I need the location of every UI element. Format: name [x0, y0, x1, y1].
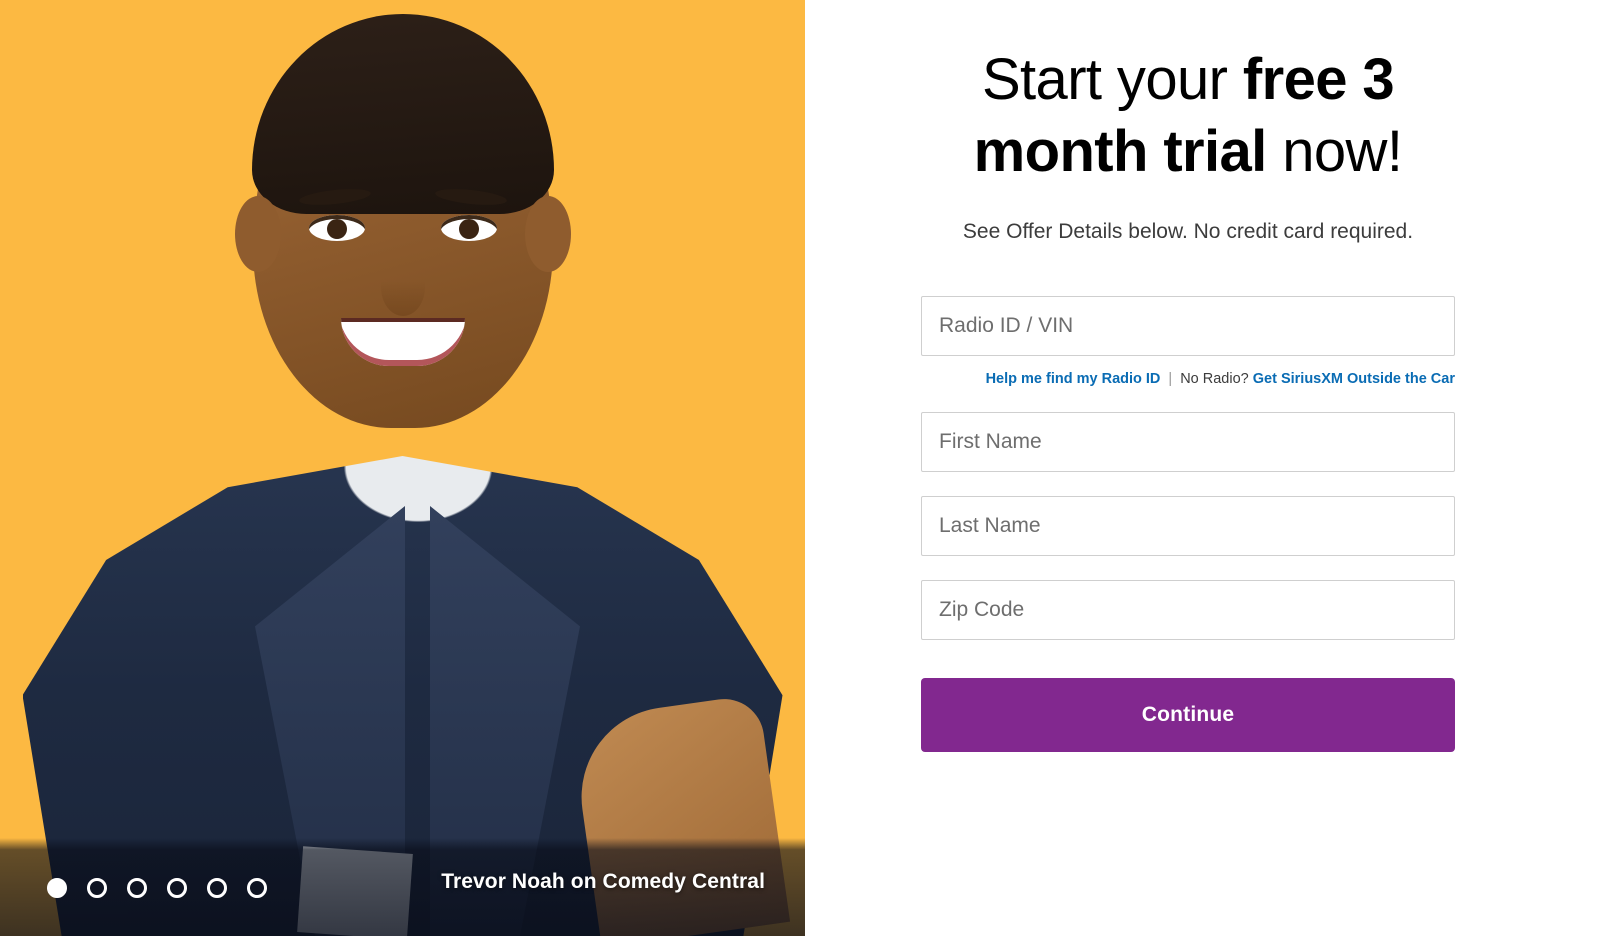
nose-shape — [380, 258, 425, 316]
continue-button[interactable]: Continue — [921, 678, 1455, 752]
signup-form-pane: Start your free 3 month trial now! See Of… — [805, 0, 1600, 936]
headline-part-bold-2: month trial — [973, 119, 1283, 184]
no-radio-text: No Radio? — [1180, 371, 1249, 387]
radio-id-helper-row: Help me find my Radio ID | No Radio? Get S… — [921, 370, 1455, 388]
carousel-dot-3[interactable] — [127, 878, 147, 898]
offer-subtitle: See Offer Details below. No credit card … — [962, 220, 1414, 243]
carousel-dot-4[interactable] — [167, 878, 187, 898]
carousel-dot-5[interactable] — [207, 878, 227, 898]
help-find-radio-id-link[interactable]: Help me find my Radio ID — [986, 371, 1161, 387]
helper-separator: | — [1168, 371, 1173, 387]
carousel-dot-6[interactable] — [247, 878, 267, 898]
shirt-cuff-shape — [297, 846, 413, 936]
hero-carousel: Trevor Noah on Comedy Central — [0, 0, 805, 936]
headline-part-light-1: Start your — [981, 47, 1243, 112]
hero-image — [0, 0, 805, 936]
hero-caption: Trevor Noah on Comedy Central — [441, 870, 765, 893]
zip-code-input[interactable] — [921, 580, 1455, 640]
first-name-input[interactable] — [921, 412, 1455, 472]
carousel-dot-2[interactable] — [87, 878, 107, 898]
pupil-right-shape — [458, 219, 479, 239]
carousel-dot-1[interactable] — [47, 878, 67, 898]
last-name-input[interactable] — [921, 496, 1455, 556]
headline-part-bold-1: free 3 — [1242, 47, 1395, 112]
headline-part-light-2: now! — [1282, 119, 1403, 184]
ear-left-shape — [234, 196, 281, 272]
get-siriusxm-outside-car-link[interactable]: Get SiriusXM Outside the Car — [1253, 371, 1455, 387]
signup-page: Trevor Noah on Comedy Central Start your… — [0, 0, 1600, 936]
page-title: Start your free 3 month trial now! — [921, 44, 1455, 188]
ear-right-shape — [524, 196, 571, 272]
radio-id-input[interactable] — [921, 296, 1455, 356]
hair-shape — [251, 14, 554, 214]
carousel-dots[interactable] — [47, 878, 267, 898]
pupil-left-shape — [326, 219, 347, 239]
